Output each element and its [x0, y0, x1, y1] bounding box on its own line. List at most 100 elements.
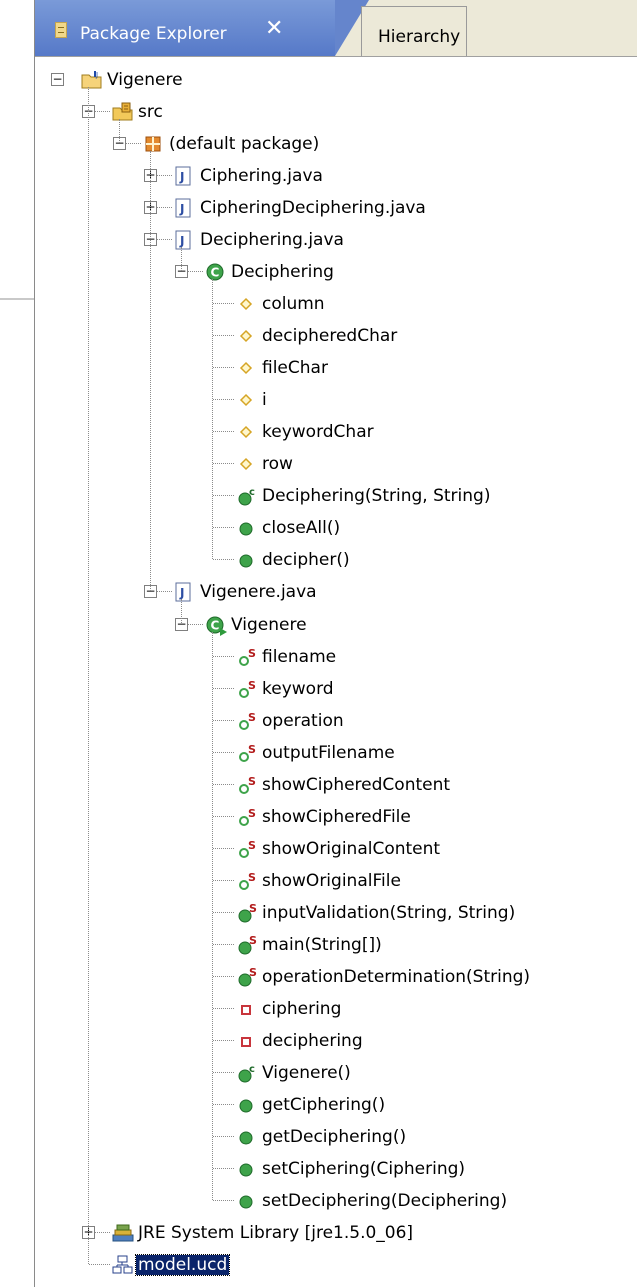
tree-item[interactable]: c Vigenere() [35, 1058, 635, 1088]
static-method-icon: S [236, 935, 257, 955]
tree-item[interactable]: keywordChar [35, 417, 635, 447]
tree-item[interactable]: decipheredChar [35, 321, 635, 351]
svg-text:C: C [211, 266, 220, 280]
tree-item-label: Deciphering [231, 262, 334, 283]
tree-guide-line [212, 279, 213, 560]
tree-connector [213, 559, 234, 561]
tree-item[interactable]: Soperation [35, 706, 635, 736]
tree-connector [213, 495, 234, 497]
close-icon[interactable]: ✕ [265, 17, 283, 41]
tree-item[interactable]: Skeyword [35, 674, 635, 704]
svg-text:C: C [211, 618, 220, 632]
tree-item-label: deciphering [262, 1030, 363, 1051]
tree-item[interactable]: setCiphering(Ciphering) [35, 1154, 635, 1184]
tree-item-label: showOriginalContent [262, 838, 441, 859]
tree-item[interactable]: SinputValidation(String, String) [35, 898, 635, 928]
java-file-icon: J [174, 166, 194, 186]
tree-connector [213, 335, 234, 337]
tree-item-label: JRE System Library [jre1.5.0_06] [138, 1223, 414, 1244]
tree-guide-line [181, 599, 182, 624]
tree-item[interactable]: getCiphering() [35, 1090, 635, 1120]
field-default-icon [236, 358, 256, 378]
tree-item[interactable]: + J Ciphering.java [35, 161, 635, 191]
tree-item[interactable]: ciphering [35, 994, 635, 1024]
tree-item[interactable]: − (default package) [35, 129, 635, 159]
tree-item-label: (default package) [169, 134, 320, 155]
tree-guide-line [119, 119, 120, 144]
tree-item[interactable]: deciphering [35, 1026, 635, 1056]
tree-connector [213, 911, 234, 913]
svg-text:c: c [249, 487, 255, 498]
tree-item-label: setDeciphering(Deciphering) [262, 1191, 508, 1212]
static-field-icon: S [236, 775, 256, 795]
tree-item[interactable]: i [35, 385, 635, 415]
tree-item[interactable]: c Deciphering(String, String) [35, 481, 635, 511]
svg-text:S: S [248, 807, 256, 820]
class-icon: C [205, 262, 225, 282]
svg-text:S: S [248, 647, 256, 660]
tree-item[interactable]: SshowCipheredFile [35, 802, 635, 832]
tree-item-label: getDeciphering() [262, 1126, 407, 1147]
library-icon [112, 1223, 134, 1243]
tree-item[interactable]: getDeciphering() [35, 1122, 635, 1152]
tab-hierarchy[interactable]: Hierarchy [361, 6, 467, 56]
tree-item-label: Deciphering(String, String) [262, 486, 491, 507]
tree-connector [213, 527, 234, 529]
tree-item-label: keyword [262, 678, 334, 699]
tree-item[interactable]: − J Vigenere [35, 65, 635, 95]
static-field-icon: S [236, 871, 256, 891]
collapse-toggle-icon[interactable]: − [51, 73, 64, 86]
svg-text:S: S [248, 679, 256, 692]
tree-item[interactable]: − J Deciphering.java [35, 225, 635, 255]
tree-item[interactable]: − src [35, 97, 635, 127]
tree-guide-line [150, 151, 151, 592]
tab-package-explorer-label: Package Explorer [80, 24, 227, 44]
tree-guide-line [212, 631, 213, 1201]
tree-item[interactable]: closeAll() [35, 513, 635, 543]
tree-item[interactable]: setDeciphering(Deciphering) [35, 1186, 635, 1216]
tree-item[interactable]: + J CipheringDeciphering.java [35, 193, 635, 223]
tree-item[interactable]: SshowOriginalFile [35, 866, 635, 896]
tree-item-label: closeAll() [262, 518, 341, 539]
tab-package-explorer[interactable]: Package Explorer ✕ [35, 0, 335, 56]
tree-connector [213, 1071, 234, 1073]
tree-item[interactable]: SoutputFilename [35, 738, 635, 768]
tree-item[interactable]: + JRE System Library [jre1.5.0_06] [35, 1218, 635, 1248]
tree-item-label: keywordChar [262, 422, 374, 443]
view-tab-bar: Package Explorer ✕ Hierarchy [35, 0, 637, 57]
svg-text:S: S [248, 871, 256, 884]
tree-item[interactable]: row [35, 449, 635, 479]
tree-item[interactable]: model.ucd [35, 1250, 635, 1280]
tree-item[interactable]: fileChar [35, 353, 635, 383]
static-method-icon: S [236, 967, 257, 987]
tree-item[interactable]: SshowOriginalContent [35, 834, 635, 864]
svg-text:S: S [248, 775, 256, 788]
tree-item-label: inputValidation(String, String) [262, 902, 516, 923]
tree-item-label: row [262, 454, 293, 475]
tree-connector [213, 1200, 234, 1202]
private-field-icon [236, 999, 256, 1019]
tree-item[interactable]: decipher() [35, 545, 635, 575]
tree-item[interactable]: − C Deciphering [35, 257, 635, 287]
left-panel-divider [0, 298, 34, 300]
tree-item[interactable]: SoperationDetermination(String) [35, 962, 635, 992]
tree-item[interactable]: − J Vigenere.java [35, 577, 635, 607]
tree-connector [213, 399, 234, 401]
tree-item[interactable]: column [35, 289, 635, 319]
tree-item-label: showCipheredContent [262, 774, 451, 795]
tree-item-label: decipher() [262, 550, 350, 571]
tree-item-label: Vigenere [107, 70, 183, 90]
tree-item[interactable]: SshowCipheredContent [35, 770, 635, 800]
tree-item[interactable]: Sfilename [35, 642, 635, 672]
tree-connector [213, 943, 234, 945]
tree-item-label: Vigenere() [262, 1062, 351, 1083]
java-file-icon: J [174, 582, 194, 602]
tree-item[interactable]: Smain(String[]) [35, 930, 635, 960]
tree-item-label: Ciphering.java [200, 166, 323, 187]
field-default-icon [236, 326, 256, 346]
tree-item[interactable]: − C Vigenere [35, 610, 635, 640]
tree-item-label: operationDetermination(String) [262, 966, 531, 987]
source-folder-icon [112, 102, 133, 122]
main-class-icon: C [205, 615, 227, 636]
tree-item-label: decipheredChar [262, 326, 398, 347]
